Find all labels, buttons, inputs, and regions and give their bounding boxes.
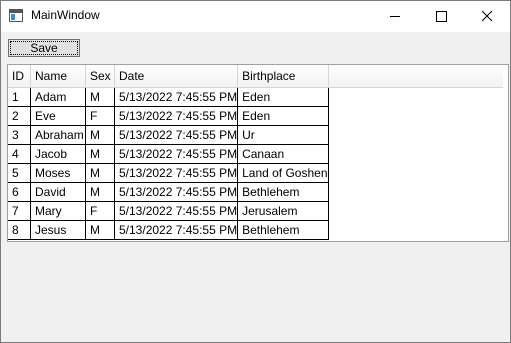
cell-id[interactable]: 6 [8,182,31,202]
cell-birthplace[interactable]: Canaan [237,144,330,164]
maximize-button[interactable] [418,1,464,32]
table-row[interactable]: 1 Adam M 5/13/2022 7:45:55 PM Eden [8,87,503,107]
cell-sex[interactable]: M [85,87,115,107]
cell-sex[interactable]: M [85,125,115,145]
cell-sex[interactable]: F [85,106,115,126]
cell-birthplace[interactable]: Eden [237,87,330,107]
cell-id[interactable]: 5 [8,163,31,183]
cell-id[interactable]: 1 [8,87,31,107]
cell-date[interactable]: 5/13/2022 7:45:55 PM [114,220,239,240]
column-header-date[interactable]: Date [114,65,239,88]
cell-id[interactable]: 3 [8,125,31,145]
cell-date[interactable]: 5/13/2022 7:45:55 PM [114,182,239,202]
column-header-id[interactable]: ID [8,65,31,88]
maximize-icon [436,11,447,22]
table-row[interactable]: 6 David M 5/13/2022 7:45:55 PM Bethlehem [8,182,503,202]
cell-name[interactable]: Abraham [30,125,86,145]
cell-birthplace[interactable]: Eden [237,106,330,126]
cell-birthplace[interactable]: Bethlehem [237,220,330,240]
cell-name[interactable]: Mary [30,201,86,221]
cell-date[interactable]: 5/13/2022 7:45:55 PM [114,106,239,126]
cell-date[interactable]: 5/13/2022 7:45:55 PM [114,87,239,107]
minimize-icon [390,16,400,17]
cell-name[interactable]: Jacob [30,144,86,164]
cell-birthplace[interactable]: Bethlehem [237,182,330,202]
title-bar[interactable]: MainWindow [1,1,510,32]
app-window-icon[interactable] [9,9,23,22]
cell-name[interactable]: David [30,182,86,202]
cell-id[interactable]: 2 [8,106,31,126]
cell-date[interactable]: 5/13/2022 7:45:55 PM [114,144,239,164]
column-header-birthplace[interactable]: Birthplace [237,65,330,88]
close-icon [481,10,493,22]
minimize-button[interactable] [372,1,418,32]
cell-date[interactable]: 5/13/2022 7:45:55 PM [114,201,239,221]
close-button[interactable] [464,1,510,32]
table-row[interactable]: 8 Jesus M 5/13/2022 7:45:55 PM Bethlehem [8,220,503,240]
cell-sex[interactable]: F [85,201,115,221]
column-header-filler [328,65,504,88]
table-row[interactable]: 3 Abraham M 5/13/2022 7:45:55 PM Ur [8,125,503,145]
cell-birthplace[interactable]: Jerusalem [237,201,330,221]
cell-id[interactable]: 7 [8,201,31,221]
column-header-name[interactable]: Name [30,65,86,88]
cell-name[interactable]: Adam [30,87,86,107]
table-row[interactable]: 4 Jacob M 5/13/2022 7:45:55 PM Canaan [8,144,503,164]
cell-birthplace[interactable]: Ur [237,125,330,145]
window-title: MainWindow [31,8,100,22]
column-header-sex[interactable]: Sex [85,65,115,88]
cell-name[interactable]: Moses [30,163,86,183]
cell-sex[interactable]: M [85,144,115,164]
cell-birthplace[interactable]: Land of Goshen [237,163,330,183]
cell-date[interactable]: 5/13/2022 7:45:55 PM [114,125,239,145]
cell-date[interactable]: 5/13/2022 7:45:55 PM [114,163,239,183]
cell-id[interactable]: 4 [8,144,31,164]
cell-name[interactable]: Jesus [30,220,86,240]
table-row[interactable]: 2 Eve F 5/13/2022 7:45:55 PM Eden [8,106,503,126]
cell-sex[interactable]: M [85,163,115,183]
grid-header-row: ID Name Sex Date Birthplace [8,65,504,88]
table-row[interactable]: 5 Moses M 5/13/2022 7:45:55 PM Land of G… [8,163,503,183]
people-data-grid[interactable]: ID Name Sex Date Birthplace 1 Adam M 5/1… [7,64,509,242]
save-button[interactable]: Save [8,39,80,57]
cell-name[interactable]: Eve [30,106,86,126]
cell-sex[interactable]: M [85,220,115,240]
client-area: Save ID Name Sex Date Birthplace 1 Adam … [1,32,510,342]
cell-id[interactable]: 8 [8,220,31,240]
table-row[interactable]: 7 Mary F 5/13/2022 7:45:55 PM Jerusalem [8,201,503,221]
cell-sex[interactable]: M [85,182,115,202]
main-window: MainWindow Save ID Name Sex Date Birthpl… [0,0,511,343]
